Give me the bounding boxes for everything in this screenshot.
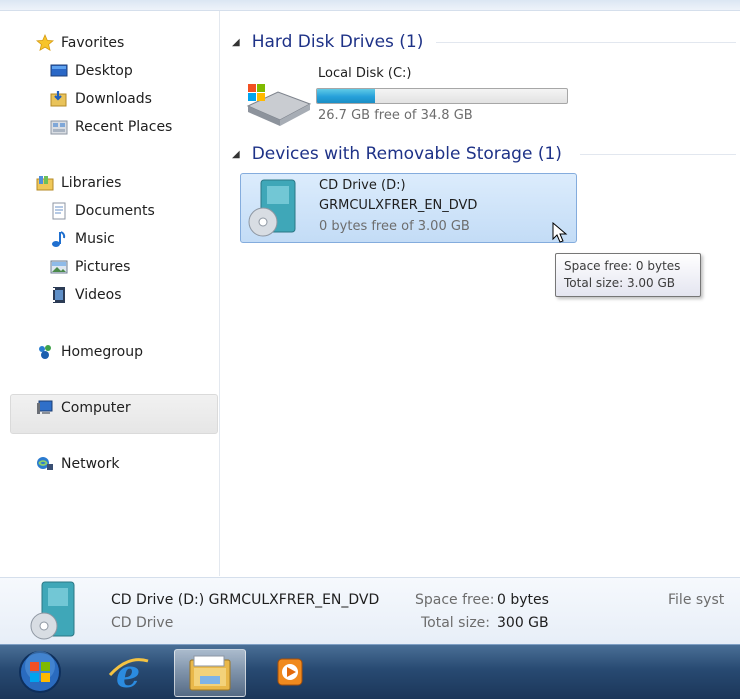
nav-libraries-label: Libraries bbox=[61, 175, 122, 191]
nav-network[interactable]: Network bbox=[36, 452, 119, 476]
nav-item-recent-places[interactable]: Recent Places bbox=[50, 115, 172, 139]
drive-free-space: 26.7 GB free of 34.8 GB bbox=[318, 108, 473, 123]
drive-tooltip: Space free: 0 bytes Total size: 3.00 GB bbox=[555, 253, 701, 297]
start-button[interactable] bbox=[16, 649, 64, 695]
hard-drive-icon bbox=[244, 78, 312, 130]
drive-name: Local Disk (C:) bbox=[318, 66, 412, 81]
music-icon bbox=[50, 230, 68, 248]
internet-explorer-icon: e bbox=[100, 651, 156, 699]
blank-area bbox=[354, 350, 662, 528]
nav-computer[interactable]: Computer bbox=[36, 396, 131, 420]
nav-favorites[interactable]: Favorites bbox=[35, 31, 125, 55]
tooltip-space-free: Space free: 0 bytes bbox=[564, 259, 681, 273]
taskbar: e bbox=[0, 644, 740, 699]
media-player-icon bbox=[270, 653, 310, 695]
group-header-hard-disk[interactable]: ◢ Hard Disk Drives (1) bbox=[232, 30, 423, 54]
nav-libraries[interactable]: Libraries bbox=[36, 171, 121, 195]
nav-item-music[interactable]: Music bbox=[50, 227, 115, 251]
pictures-icon bbox=[50, 258, 68, 276]
downloads-folder-icon bbox=[50, 90, 68, 108]
nav-favorites-label: Favorites bbox=[61, 35, 125, 51]
details-total-size-value: 300 GB bbox=[497, 615, 549, 631]
nav-item-label: Videos bbox=[75, 287, 122, 303]
drive-name: CD Drive (D:) bbox=[319, 178, 406, 193]
details-file-system-label: File syst bbox=[668, 592, 725, 608]
disk-usage-bar bbox=[316, 88, 568, 104]
group-header-removable[interactable]: ◢ Devices with Removable Storage (1) bbox=[232, 142, 562, 166]
nav-item-downloads[interactable]: Downloads bbox=[50, 87, 152, 111]
details-title: CD Drive (D:) GRMCULXFRER_EN_DVD bbox=[111, 592, 380, 608]
collapse-triangle-icon: ◢ bbox=[232, 148, 240, 160]
taskbar-media-player[interactable] bbox=[262, 649, 318, 695]
collapse-triangle-icon: ◢ bbox=[232, 36, 240, 48]
details-total-size-label: Total size: bbox=[421, 615, 491, 631]
details-type: CD Drive bbox=[111, 615, 174, 631]
drive-free-space: 0 bytes free of 3.00 GB bbox=[319, 219, 470, 234]
taskbar-internet-explorer[interactable]: e bbox=[100, 649, 156, 696]
nav-item-label: Pictures bbox=[75, 259, 131, 275]
nav-item-label: Documents bbox=[75, 203, 155, 219]
window-top-bar bbox=[0, 0, 740, 11]
nav-item-documents[interactable]: Documents bbox=[50, 199, 155, 223]
nav-homegroup[interactable]: Homegroup bbox=[36, 340, 143, 364]
details-space-free-value: 0 bytes bbox=[497, 592, 549, 608]
desktop-icon bbox=[50, 62, 68, 80]
details-cd-drive-icon bbox=[30, 580, 76, 646]
recent-places-icon bbox=[50, 118, 68, 136]
drive-tile-cd-drive[interactable]: CD Drive (D:) GRMCULXFRER_EN_DVD 0 bytes… bbox=[240, 173, 577, 243]
drive-volume-label: GRMCULXFRER_EN_DVD bbox=[319, 198, 478, 213]
homegroup-icon bbox=[36, 343, 54, 361]
network-icon bbox=[36, 455, 54, 473]
nav-item-videos[interactable]: Videos bbox=[50, 283, 122, 307]
nav-item-label: Recent Places bbox=[75, 119, 173, 135]
group-title: Devices with Removable Storage (1) bbox=[251, 144, 562, 164]
nav-item-label: Desktop bbox=[75, 63, 133, 79]
nav-network-label: Network bbox=[61, 456, 120, 472]
group-divider bbox=[436, 42, 736, 43]
nav-item-desktop[interactable]: Desktop bbox=[50, 59, 133, 83]
computer-icon bbox=[36, 399, 54, 417]
star-icon bbox=[35, 33, 55, 52]
details-space-free-label: Space free: bbox=[415, 592, 495, 608]
cd-drive-icon bbox=[247, 178, 299, 242]
navigation-pane: Favorites Desktop Downloads Recent Place… bbox=[0, 11, 220, 576]
nav-item-label: Downloads bbox=[75, 91, 152, 107]
group-title: Hard Disk Drives (1) bbox=[251, 32, 424, 52]
videos-icon bbox=[50, 286, 68, 304]
documents-icon bbox=[50, 202, 68, 220]
nav-computer-label: Computer bbox=[61, 400, 131, 416]
disk-usage-fill bbox=[317, 89, 375, 103]
mouse-cursor-icon bbox=[552, 221, 568, 248]
start-orb-icon bbox=[16, 651, 64, 699]
nav-item-label: Music bbox=[75, 231, 115, 247]
libraries-icon bbox=[36, 174, 54, 192]
svg-text:e: e bbox=[116, 651, 140, 695]
details-pane: CD Drive (D:) GRMCULXFRER_EN_DVD CD Driv… bbox=[0, 577, 740, 645]
group-divider bbox=[580, 154, 736, 155]
nav-homegroup-label: Homegroup bbox=[61, 344, 144, 360]
taskbar-windows-explorer[interactable] bbox=[174, 649, 246, 697]
nav-item-pictures[interactable]: Pictures bbox=[50, 255, 130, 279]
windows-explorer-icon bbox=[188, 654, 232, 696]
tooltip-total-size: Total size: 3.00 GB bbox=[564, 276, 676, 290]
